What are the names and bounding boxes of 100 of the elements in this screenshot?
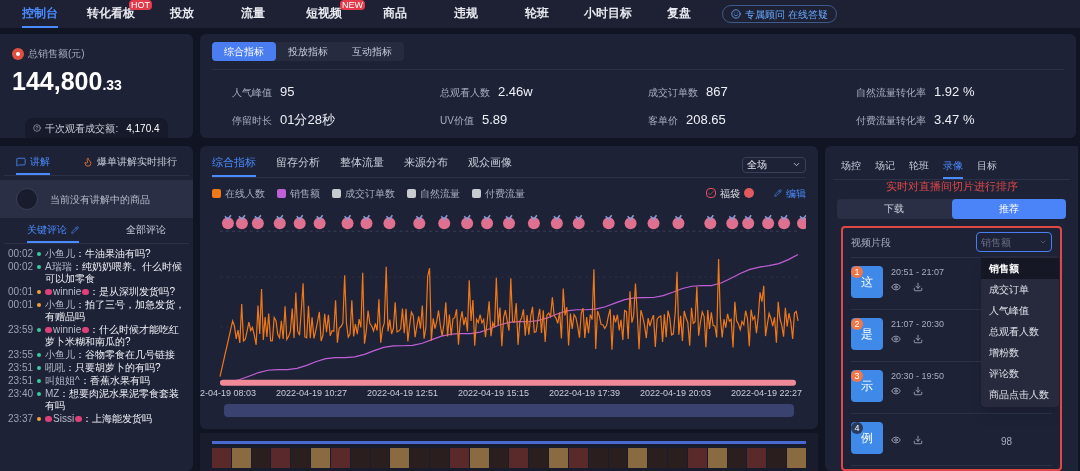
- tab[interactable]: 场记: [875, 158, 895, 179]
- lucky-bag-marker[interactable]: [797, 214, 806, 229]
- tab[interactable]: 来源分布: [404, 154, 448, 177]
- comment-message: 小鱼儿：拍了三号，加急发货，有赠品吗: [45, 299, 187, 323]
- lucky-bag-marker[interactable]: [438, 214, 451, 229]
- sort-option[interactable]: 商品点击人数: [981, 383, 1059, 405]
- tab[interactable]: 录像: [943, 158, 963, 179]
- lucky-bag-marker[interactable]: [503, 214, 515, 229]
- lucky-bag-marker[interactable]: [383, 214, 396, 229]
- lucky-bag-marker[interactable]: [762, 214, 775, 229]
- sort-option[interactable]: 成交订单: [981, 278, 1059, 300]
- lucky-bag-marker[interactable]: [624, 214, 637, 229]
- lucky-bag-marker[interactable]: [778, 214, 791, 229]
- sort-option[interactable]: 评论数: [981, 362, 1059, 384]
- lucky-bag-marker[interactable]: [293, 214, 306, 229]
- nav-tab[interactable]: 小时目标: [583, 0, 632, 28]
- lucky-bag-marker[interactable]: [602, 214, 615, 229]
- metric-label: 成交订单数: [648, 86, 698, 100]
- photo-placeholder: [687, 448, 707, 468]
- lucky-bag-marker[interactable]: [647, 214, 660, 229]
- lucky-bag-marker[interactable]: [461, 214, 474, 229]
- photo-placeholder: [529, 448, 549, 468]
- sort-option[interactable]: 销售额: [981, 257, 1059, 279]
- tab[interactable]: 整体流量: [340, 154, 384, 177]
- chevron-down-icon: [792, 160, 801, 169]
- nav-tab[interactable]: 复盘: [666, 0, 691, 28]
- download-icon[interactable]: [913, 282, 923, 292]
- download-icon[interactable]: [913, 386, 923, 396]
- clip-thumbnail[interactable]: 例 4: [851, 421, 883, 454]
- lucky-bag-marker[interactable]: [313, 214, 326, 229]
- lucky-bag-marker[interactable]: [527, 214, 540, 229]
- lucky-bag-marker[interactable]: [550, 214, 563, 229]
- lucky-bag-marker[interactable]: [704, 214, 717, 229]
- nav-tab[interactable]: 控制台: [21, 0, 58, 28]
- download-icon[interactable]: [913, 434, 923, 445]
- comment-time: 00:01: [8, 299, 34, 312]
- tab[interactable]: 场控: [841, 158, 861, 179]
- comment-tab[interactable]: 关键评论: [27, 222, 80, 243]
- annotation-text: 实时对直播间切片进行排序: [884, 179, 1019, 194]
- metric-tab[interactable]: 综合指标: [212, 42, 276, 61]
- tab[interactable]: 留存分析: [276, 154, 320, 177]
- mode-tab[interactable]: 下载: [837, 198, 952, 219]
- lucky-bag-marker[interactable]: [726, 214, 739, 229]
- lucky-bag-marker[interactable]: [341, 214, 354, 229]
- comment-tab[interactable]: 全部评论: [125, 222, 166, 243]
- tab[interactable]: 目标: [977, 158, 997, 179]
- mode-tab[interactable]: 推荐: [951, 198, 1066, 219]
- comment-message: MZ：想要肉泥水果泥零食套装有吗: [45, 388, 181, 412]
- lucky-bag-marker[interactable]: [672, 214, 685, 229]
- sales-label: 总销售额(元): [28, 47, 85, 61]
- legend-item[interactable]: 销售额: [277, 185, 320, 201]
- lucky-bag-marker[interactable]: [251, 214, 264, 229]
- lucky-bag-checkbox[interactable]: [706, 188, 716, 198]
- photo-placeholder: [707, 448, 727, 468]
- photo-placeholder: [231, 448, 251, 468]
- explain-tab[interactable]: 讲解: [16, 154, 50, 175]
- photo-placeholder: [212, 448, 231, 468]
- metric-value: 5.89: [481, 110, 508, 129]
- lucky-bag-marker[interactable]: [742, 214, 755, 229]
- photo-placeholder: [449, 448, 469, 468]
- tab[interactable]: 轮班: [909, 158, 929, 179]
- photo-placeholder: [311, 448, 330, 468]
- nav-tab[interactable]: 违规: [453, 0, 478, 28]
- tab[interactable]: 综合指标: [212, 154, 256, 177]
- download-icon[interactable]: [913, 334, 923, 344]
- lucky-bag-marker[interactable]: [273, 214, 286, 229]
- legend-item[interactable]: 成交订单数: [332, 185, 395, 201]
- sort-option[interactable]: 人气峰值: [981, 299, 1059, 321]
- clip-thumbnail-text: 是: [861, 325, 873, 343]
- metric-label: UV价值: [440, 113, 474, 128]
- lucky-bag-marker[interactable]: [235, 214, 248, 229]
- nav-tab[interactable]: 商品: [382, 0, 407, 28]
- clip-time-range: 21:07 - 20:30: [891, 317, 945, 331]
- explain-tab[interactable]: 爆单讲解实时排行: [83, 154, 177, 175]
- preview-icon[interactable]: [891, 334, 901, 344]
- preview-icon[interactable]: [891, 386, 901, 396]
- sales-icon: [12, 47, 24, 60]
- legend-item[interactable]: 在线人数: [212, 185, 265, 201]
- legend-item[interactable]: 自然流量: [407, 185, 460, 201]
- lucky-bag-marker[interactable]: [481, 214, 494, 229]
- scope-select[interactable]: 全场: [742, 156, 806, 173]
- preview-icon[interactable]: [891, 282, 901, 292]
- metric-tab[interactable]: 投放指标: [276, 42, 340, 61]
- lucky-bag-marker[interactable]: [360, 214, 373, 229]
- legend-item[interactable]: 付费流量: [472, 185, 525, 201]
- metric-tab[interactable]: 互动指标: [340, 42, 404, 61]
- nav-tab[interactable]: 流量: [240, 0, 265, 28]
- sort-option[interactable]: 增粉数: [981, 341, 1059, 363]
- tab[interactable]: 观众画像: [468, 154, 512, 177]
- zoom-slider-band[interactable]: [224, 404, 794, 417]
- lucky-bag-marker[interactable]: [413, 214, 426, 229]
- nav-tab[interactable]: 短视频: [305, 0, 342, 28]
- preview-icon[interactable]: [891, 434, 901, 445]
- sort-option[interactable]: 总观看人数: [981, 320, 1059, 342]
- comment-message: winnie ：什么时候才能吃红萝卜米糊和南瓜的?: [45, 324, 181, 348]
- nav-tab[interactable]: 投放: [169, 0, 194, 28]
- lucky-bag-marker[interactable]: [221, 214, 234, 229]
- nav-tab[interactable]: 轮班: [524, 0, 549, 28]
- edit-link[interactable]: 编辑: [774, 185, 806, 201]
- lucky-bag-marker[interactable]: [572, 214, 585, 229]
